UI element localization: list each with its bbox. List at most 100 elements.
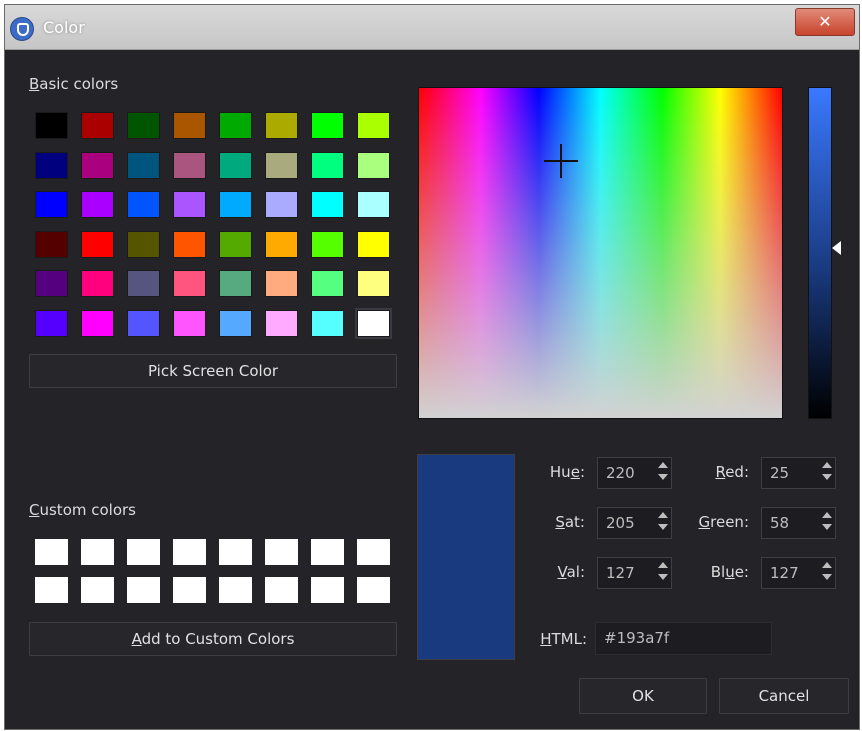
basic-colors-label-text: asic colors — [39, 75, 119, 93]
basic-color-swatch[interactable] — [219, 112, 252, 139]
green-spinbox[interactable]: 58 — [761, 507, 836, 539]
blue-spinbox[interactable]: 127 — [761, 557, 836, 589]
basic-color-swatch[interactable] — [35, 310, 68, 337]
basic-color-swatch[interactable] — [219, 230, 252, 258]
val-up-arrow-icon[interactable] — [658, 562, 668, 568]
blue-up-arrow-icon[interactable] — [822, 562, 832, 568]
green-down-arrow-icon[interactable] — [822, 524, 832, 530]
basic-color-swatch[interactable] — [355, 308, 392, 339]
basic-color-swatch[interactable] — [219, 310, 252, 337]
basic-color-swatch[interactable] — [127, 191, 160, 219]
custom-color-swatch[interactable] — [127, 577, 160, 603]
basic-color-swatch[interactable] — [311, 191, 344, 219]
value-slider[interactable] — [808, 87, 832, 419]
basic-color-swatch[interactable] — [127, 270, 160, 298]
val-down-arrow-icon[interactable] — [658, 574, 668, 580]
add-to-custom-colors-button[interactable]: Add to Custom Colors — [29, 622, 397, 656]
basic-color-swatch[interactable] — [81, 310, 114, 337]
title-bar: Color ✕ — [5, 5, 859, 50]
basic-color-swatch[interactable] — [311, 270, 344, 298]
basic-color-swatch[interactable] — [35, 151, 68, 179]
close-button[interactable]: ✕ — [795, 8, 855, 36]
basic-color-swatch[interactable] — [173, 191, 206, 219]
cancel-button[interactable]: Cancel — [719, 678, 849, 714]
basic-color-swatch[interactable] — [173, 270, 206, 298]
basic-color-swatch[interactable] — [357, 230, 390, 258]
basic-color-swatch[interactable] — [357, 191, 390, 219]
basic-color-swatch[interactable] — [173, 310, 206, 337]
basic-color-swatch[interactable] — [219, 151, 252, 179]
basic-color-swatch[interactable] — [127, 112, 160, 139]
basic-color-swatch[interactable] — [219, 270, 252, 298]
basic-color-swatch[interactable] — [357, 270, 390, 298]
val-spinbox[interactable]: 127 — [597, 557, 672, 589]
value-slider-arrow-icon[interactable] — [832, 241, 841, 255]
red-spinbox[interactable]: 25 — [761, 457, 836, 489]
basic-color-swatch[interactable] — [81, 112, 114, 139]
custom-color-swatch[interactable] — [35, 577, 68, 603]
basic-color-swatch[interactable] — [265, 270, 298, 298]
basic-color-swatch[interactable] — [311, 230, 344, 258]
basic-color-swatch[interactable] — [265, 230, 298, 258]
basic-color-swatch[interactable] — [173, 151, 206, 179]
basic-color-swatch[interactable] — [311, 151, 344, 179]
custom-color-swatch[interactable] — [219, 539, 252, 565]
basic-color-swatch[interactable] — [35, 270, 68, 298]
basic-color-swatch[interactable] — [35, 230, 68, 258]
custom-color-swatch[interactable] — [127, 539, 160, 565]
basic-color-swatch[interactable] — [311, 112, 344, 139]
basic-color-swatch[interactable] — [127, 151, 160, 179]
basic-color-swatch[interactable] — [265, 310, 298, 337]
basic-color-swatch[interactable] — [81, 230, 114, 258]
ok-button[interactable]: OK — [579, 678, 707, 714]
custom-color-swatch[interactable] — [357, 577, 390, 603]
basic-color-swatch[interactable] — [35, 191, 68, 219]
custom-color-swatch[interactable] — [173, 577, 206, 603]
basic-color-swatch[interactable] — [81, 151, 114, 179]
hue-down-arrow-icon[interactable] — [658, 474, 668, 480]
custom-color-swatch[interactable] — [311, 539, 344, 565]
blue-value: 127 — [770, 564, 799, 582]
basic-color-swatch[interactable] — [265, 151, 298, 179]
custom-color-swatch[interactable] — [265, 577, 298, 603]
hue-up-arrow-icon[interactable] — [658, 462, 668, 468]
basic-color-swatch[interactable] — [173, 112, 206, 139]
sat-spinbox[interactable]: 205 — [597, 507, 672, 539]
custom-color-swatch[interactable] — [311, 577, 344, 603]
basic-color-swatch[interactable] — [35, 112, 68, 139]
basic-color-swatch[interactable] — [265, 191, 298, 219]
basic-color-swatch[interactable] — [219, 191, 252, 219]
basic-color-swatch[interactable] — [311, 310, 344, 337]
hue-saturation-picker[interactable] — [418, 87, 783, 419]
sat-down-arrow-icon[interactable] — [658, 524, 668, 530]
custom-color-swatch[interactable] — [357, 539, 390, 565]
red-up-arrow-icon[interactable] — [822, 462, 832, 468]
basic-color-swatch[interactable] — [127, 230, 160, 258]
html-label: HTML: — [540, 630, 587, 648]
basic-color-swatch[interactable] — [265, 112, 298, 139]
basic-color-swatch[interactable] — [357, 151, 390, 179]
app-icon — [10, 17, 34, 41]
custom-color-swatch[interactable] — [81, 577, 114, 603]
basic-color-swatch[interactable] — [127, 310, 160, 337]
custom-color-swatch[interactable] — [219, 577, 252, 603]
basic-color-swatch[interactable] — [357, 112, 390, 139]
sat-value: 205 — [606, 514, 635, 532]
custom-color-swatch[interactable] — [265, 539, 298, 565]
basic-color-swatch[interactable] — [81, 191, 114, 219]
custom-color-swatch[interactable] — [35, 539, 68, 565]
custom-color-swatch[interactable] — [173, 539, 206, 565]
custom-color-swatch[interactable] — [81, 539, 114, 565]
basic-color-swatch[interactable] — [81, 270, 114, 298]
red-down-arrow-icon[interactable] — [822, 474, 832, 480]
custom-colors-mnemonic: C — [29, 501, 40, 519]
green-up-arrow-icon[interactable] — [822, 512, 832, 518]
crosshair-cursor[interactable] — [544, 144, 578, 178]
hue-spinbox[interactable]: 220 — [597, 457, 672, 489]
hue-label: Hue: — [549, 463, 585, 481]
html-hex-input[interactable]: #193a7f — [595, 622, 772, 655]
blue-down-arrow-icon[interactable] — [822, 574, 832, 580]
sat-up-arrow-icon[interactable] — [658, 512, 668, 518]
pick-screen-color-button[interactable]: Pick Screen Color — [29, 354, 397, 388]
basic-color-swatch[interactable] — [173, 230, 206, 258]
